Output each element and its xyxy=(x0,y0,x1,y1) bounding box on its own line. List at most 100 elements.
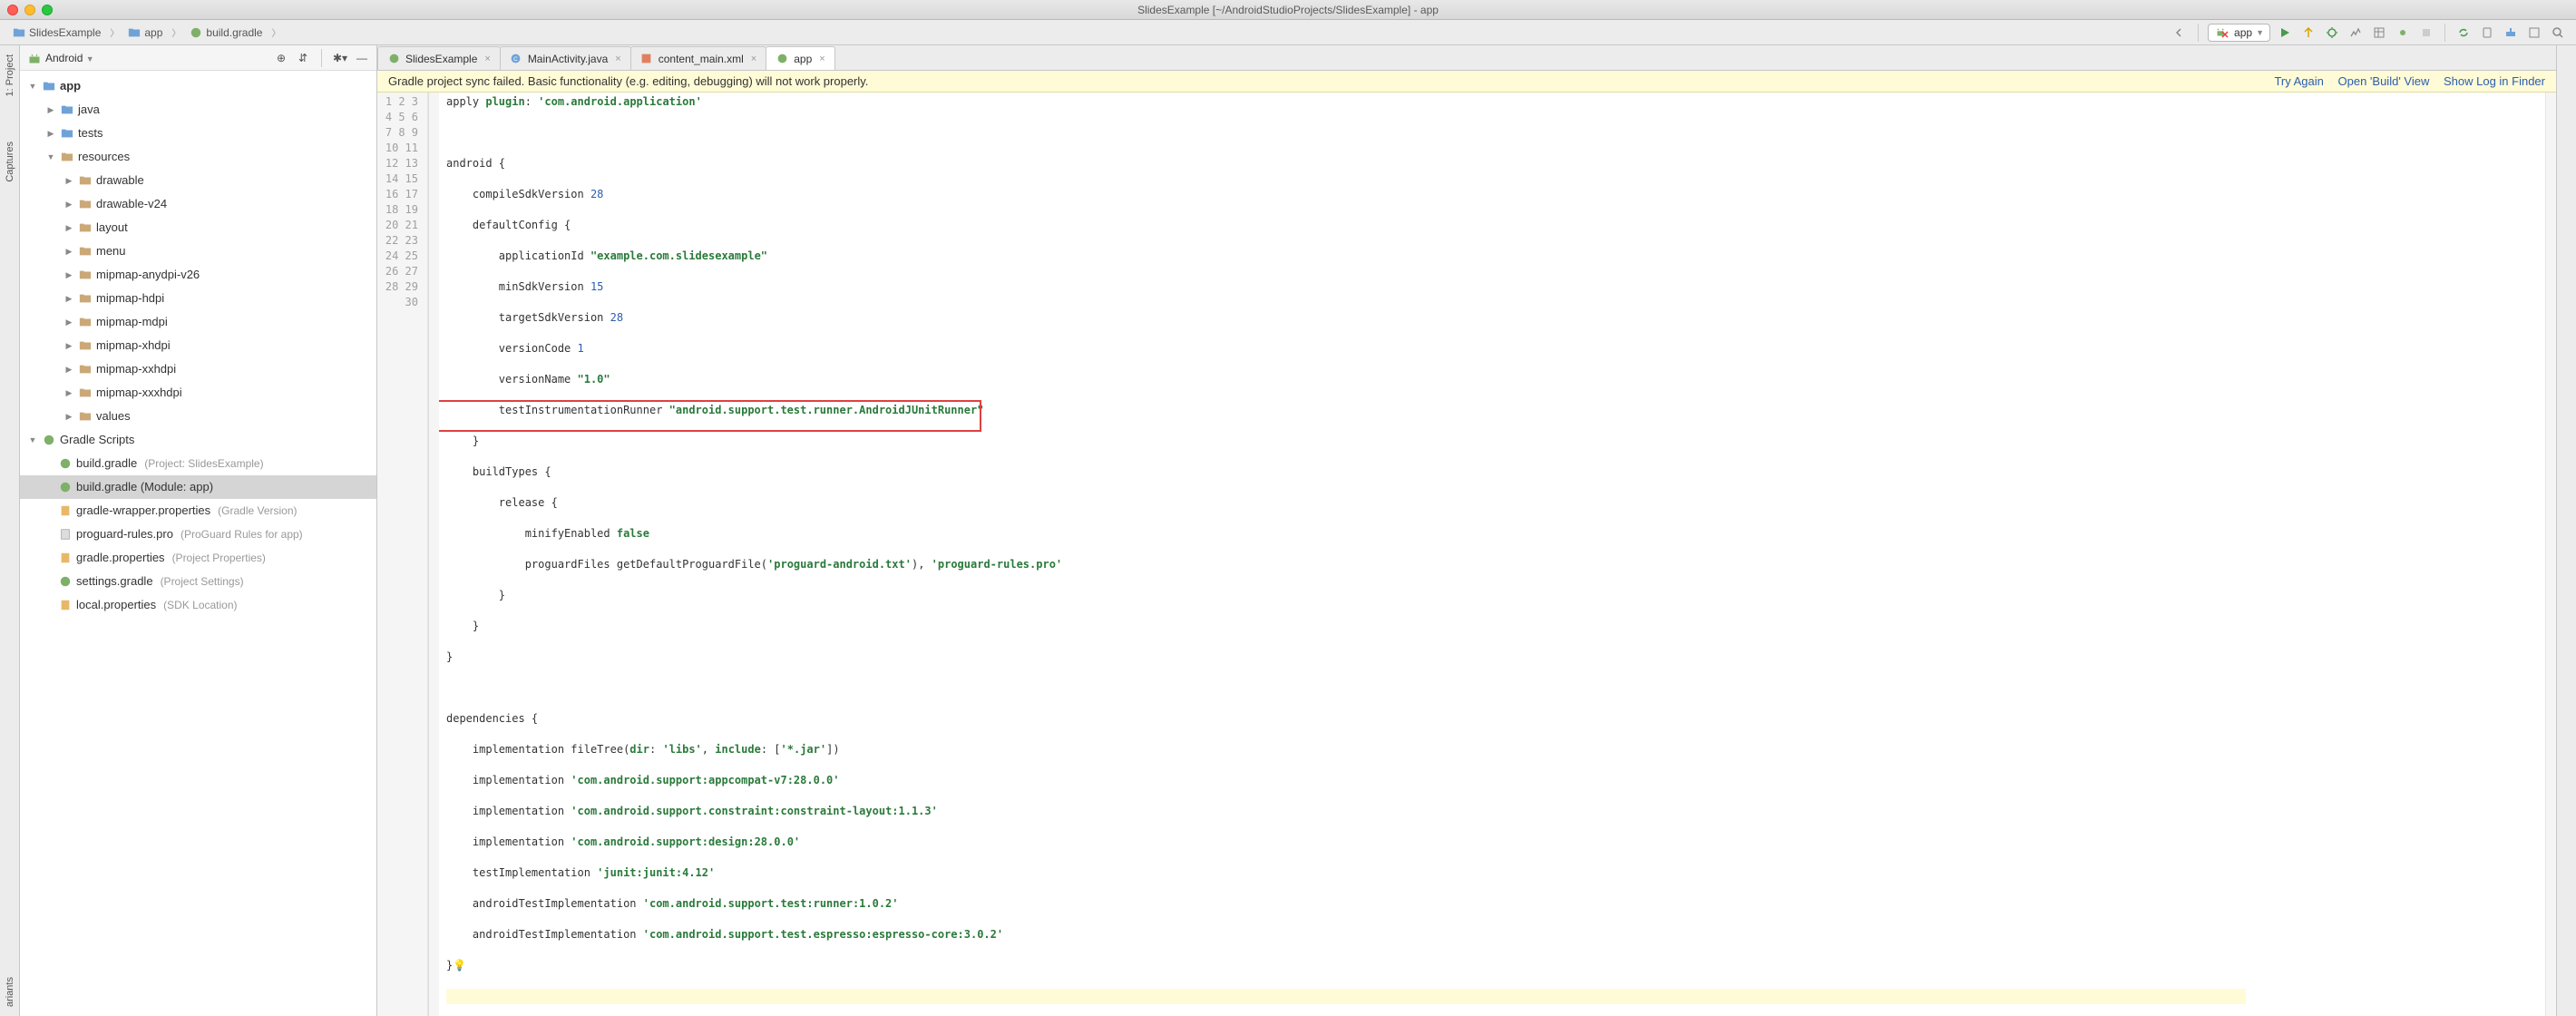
window-title: SlidesExample [~/AndroidStudioProjects/S… xyxy=(0,4,2576,16)
close-icon[interactable]: × xyxy=(819,54,825,64)
folder-icon xyxy=(78,386,93,400)
stop-button[interactable] xyxy=(2417,24,2435,42)
gradle-icon xyxy=(387,53,400,65)
file-icon xyxy=(58,527,73,542)
folder-icon xyxy=(78,409,93,424)
hide-icon[interactable]: — xyxy=(355,51,369,65)
tree-node-tests[interactable]: ▶tests xyxy=(20,122,376,145)
tree-node-values[interactable]: ▶values xyxy=(20,405,376,428)
close-icon[interactable]: × xyxy=(751,54,756,64)
search-button[interactable] xyxy=(2549,24,2567,42)
breadcrumb-app[interactable]: app xyxy=(124,24,166,41)
label: menu xyxy=(96,241,126,261)
folder-icon xyxy=(78,338,93,353)
tree-node-drawable-v24[interactable]: ▶drawable-v24 xyxy=(20,192,376,216)
avd-manager-button[interactable] xyxy=(2478,24,2496,42)
label: drawable-v24 xyxy=(96,194,167,214)
variants-tool-tab[interactable]: ariants xyxy=(3,972,17,1012)
code-line: androidTestImplementation 'com.android.s… xyxy=(446,927,2246,943)
code-line: applicationId "example.com.slidesexample… xyxy=(446,249,2246,264)
code-line: proguardFiles getDefaultProguardFile('pr… xyxy=(446,557,2246,572)
properties-icon xyxy=(58,551,73,565)
tree-node-drawable[interactable]: ▶drawable xyxy=(20,169,376,192)
code-editor[interactable]: apply plugin: 'com.android.application' … xyxy=(439,93,2246,1016)
try-again-link[interactable]: Try Again xyxy=(2274,74,2323,88)
tree-node-resources[interactable]: ▼resources xyxy=(20,145,376,169)
apply-changes-button[interactable] xyxy=(2299,24,2317,42)
tree-node-local-properties[interactable]: local.properties(SDK Location) xyxy=(20,593,376,617)
code-line: implementation 'com.android.support:desi… xyxy=(446,835,2246,850)
open-build-link[interactable]: Open 'Build' View xyxy=(2338,74,2430,88)
code-line: release { xyxy=(446,495,2246,511)
label: settings.gradle xyxy=(76,572,153,591)
debug-button[interactable] xyxy=(2323,24,2341,42)
code-line: } xyxy=(446,650,2246,665)
label: local.properties xyxy=(76,595,156,615)
label: layout xyxy=(96,218,128,238)
tree-node-menu[interactable]: ▶menu xyxy=(20,239,376,263)
sdk-manager-button[interactable] xyxy=(2502,24,2520,42)
back-button[interactable] xyxy=(2171,24,2189,42)
run-config-selector[interactable]: app ▼ xyxy=(2208,24,2270,42)
svg-text:C: C xyxy=(513,56,518,63)
collapse-icon[interactable]: ⇵ xyxy=(296,51,310,65)
tab-content-main[interactable]: content_main.xml× xyxy=(630,46,766,70)
tree-node-app[interactable]: ▼app xyxy=(20,74,376,98)
tree-node-layout[interactable]: ▶layout xyxy=(20,216,376,239)
gear-icon[interactable]: ✱▾ xyxy=(333,51,347,65)
line-gutter: 1 2 3 4 5 6 7 8 9 10 11 12 13 14 15 16 1… xyxy=(377,93,428,1016)
tree-node-mipmap-xxhdpi[interactable]: ▶mipmap-xxhdpi xyxy=(20,357,376,381)
chevron-right-icon: 〉 xyxy=(110,25,119,39)
label: SlidesExample xyxy=(405,53,477,65)
close-window-button[interactable] xyxy=(7,5,18,15)
breadcrumb-root[interactable]: SlidesExample xyxy=(9,24,104,41)
tree-node-gradle-properties[interactable]: gradle.properties(Project Properties) xyxy=(20,546,376,570)
tree-node-build-gradle-project[interactable]: build.gradle(Project: SlidesExample) xyxy=(20,452,376,475)
tab-app[interactable]: app × xyxy=(766,46,834,70)
show-log-link[interactable]: Show Log in Finder xyxy=(2444,74,2545,88)
tab-mainactivity[interactable]: CMainActivity.java× xyxy=(500,46,631,70)
project-tool-tab[interactable]: 1: Project xyxy=(3,49,17,102)
layout-inspector-button[interactable] xyxy=(2525,24,2543,42)
tree-node-mipmap-mdpi[interactable]: ▶mipmap-mdpi xyxy=(20,310,376,334)
tree-node-mipmap-anydpi[interactable]: ▶mipmap-anydpi-v26 xyxy=(20,263,376,287)
sync-gradle-button[interactable] xyxy=(2454,24,2473,42)
folder-icon xyxy=(78,291,93,306)
folder-icon xyxy=(78,220,93,235)
tree-node-gradle-scripts[interactable]: ▼Gradle Scripts xyxy=(20,428,376,452)
tree-node-settings-gradle[interactable]: settings.gradle(Project Settings) xyxy=(20,570,376,593)
zoom-window-button[interactable] xyxy=(42,5,53,15)
bulb-icon[interactable]: 💡 xyxy=(453,959,466,972)
gradle-icon xyxy=(776,53,788,65)
label: app xyxy=(794,53,812,65)
target-icon[interactable]: ⊕ xyxy=(274,51,288,65)
note: (ProGuard Rules for app) xyxy=(181,524,303,544)
tree-node-gradle-wrapper[interactable]: gradle-wrapper.properties(Gradle Version… xyxy=(20,499,376,523)
separator xyxy=(321,49,322,67)
tree-node-proguard[interactable]: proguard-rules.pro(ProGuard Rules for ap… xyxy=(20,523,376,546)
close-icon[interactable]: × xyxy=(615,54,620,64)
tree-node-mipmap-hdpi[interactable]: ▶mipmap-hdpi xyxy=(20,287,376,310)
folder-icon xyxy=(13,26,25,39)
captures-tool-tab[interactable]: Captures xyxy=(3,136,17,188)
profiler-button[interactable] xyxy=(2347,24,2365,42)
tab-slidesexample[interactable]: SlidesExample × xyxy=(377,46,501,70)
tree-node-mipmap-xxxhdpi[interactable]: ▶mipmap-xxxhdpi xyxy=(20,381,376,405)
breadcrumb-label: SlidesExample xyxy=(29,26,101,39)
project-view-selector[interactable]: Android ▼ xyxy=(45,52,94,64)
label: app xyxy=(60,76,81,96)
close-icon[interactable]: × xyxy=(484,54,490,64)
attach-debugger-button[interactable] xyxy=(2394,24,2412,42)
label: build.gradle xyxy=(76,454,137,474)
gradle-icon xyxy=(58,456,73,471)
code-line: minifyEnabled false xyxy=(446,526,2246,542)
breadcrumb-file[interactable]: build.gradle xyxy=(186,24,266,41)
gradle-icon xyxy=(58,480,73,494)
coverage-button[interactable] xyxy=(2370,24,2388,42)
tree-node-build-gradle-module[interactable]: build.gradle (Module: app) xyxy=(20,475,376,499)
tree-node-java[interactable]: ▶java xyxy=(20,98,376,122)
code-line: testImplementation 'junit:junit:4.12' xyxy=(446,865,2246,881)
tree-node-mipmap-xhdpi[interactable]: ▶mipmap-xhdpi xyxy=(20,334,376,357)
run-button[interactable] xyxy=(2276,24,2294,42)
minimize-window-button[interactable] xyxy=(24,5,35,15)
